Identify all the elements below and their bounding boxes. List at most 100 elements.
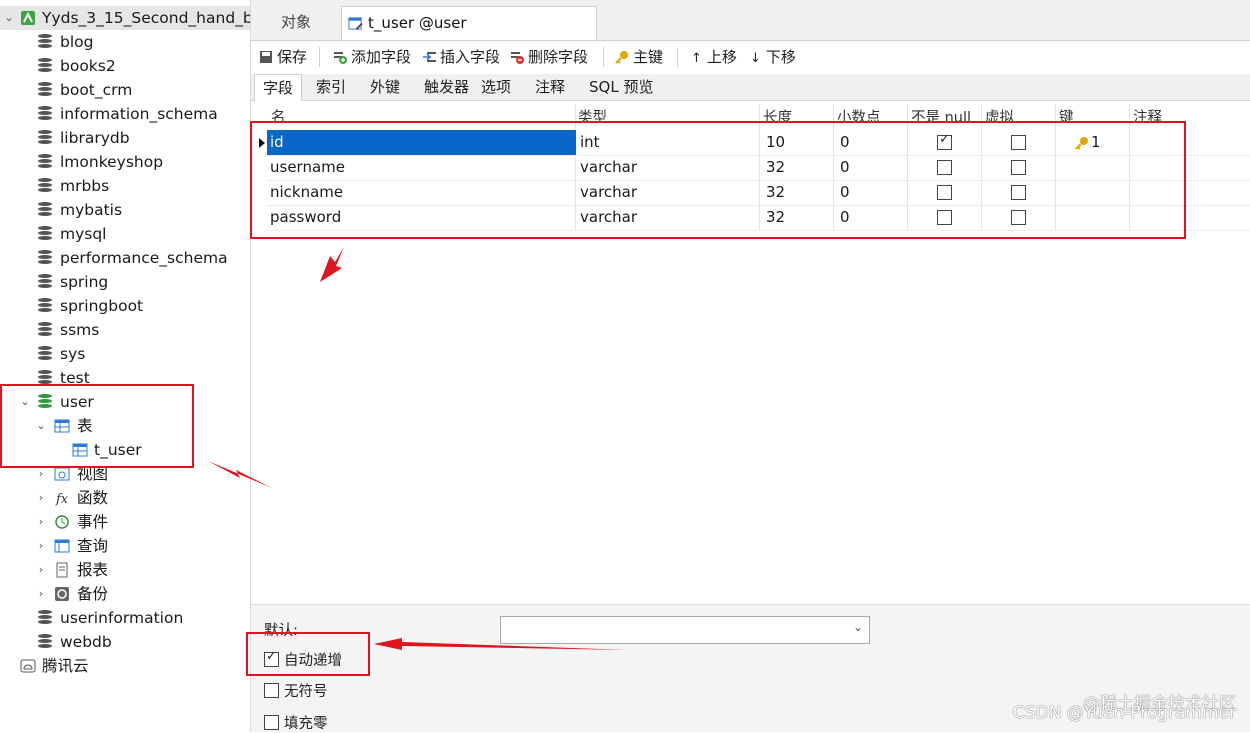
tab-t-user[interactable]: t_user @user (Yyds_3_15_Se... (341, 6, 597, 65)
chevron-right-icon[interactable]: › (34, 534, 48, 558)
not-null-checkbox[interactable] (937, 185, 952, 200)
designer-subtabs: 字段 索引 外键 触发器 选项 注释 SQL 预览 (251, 74, 1250, 101)
chevron-down-icon[interactable]: ⌄ (34, 414, 48, 438)
cell-name[interactable]: username (267, 155, 576, 180)
toolbar-separator (677, 47, 678, 67)
database-icon (38, 34, 54, 50)
cell-decimals[interactable]: 0 (837, 130, 910, 155)
unsigned-checkbox[interactable] (264, 683, 279, 698)
tab-label: 选项 (481, 78, 512, 96)
move-up-button[interactable]: ↑ 上移 (691, 45, 737, 69)
cell-decimals[interactable]: 0 (837, 180, 910, 205)
column-header-virtual[interactable]: 虚拟 (985, 108, 1014, 128)
chevron-right-icon[interactable]: › (34, 486, 48, 510)
not-null-checkbox[interactable] (937, 160, 952, 175)
not-null-checkbox[interactable] (937, 210, 952, 225)
tab-indexes[interactable]: 索引 (308, 74, 354, 100)
cell-type[interactable]: int (577, 130, 760, 155)
virtual-checkbox[interactable] (1011, 210, 1026, 225)
chevron-right-icon[interactable]: › (34, 510, 48, 534)
cell-type[interactable]: varchar (577, 155, 760, 180)
database-icon (38, 634, 54, 650)
cell-decimals[interactable]: 0 (837, 155, 910, 180)
cell-length[interactable]: 32 (763, 155, 836, 180)
auto-increment-checkbox[interactable] (264, 649, 279, 667)
save-button[interactable]: 保存 (259, 45, 307, 69)
column-header-decimals[interactable]: 小数点 (837, 108, 881, 128)
tab-foreign-keys[interactable]: 外键 (362, 74, 408, 100)
sidebar-item-label: 备份 (77, 585, 109, 603)
primary-key-button[interactable]: 主键 (615, 45, 663, 69)
column-header-type[interactable]: 类型 (578, 108, 607, 128)
virtual-checkbox[interactable] (1011, 135, 1026, 150)
cell-type[interactable]: varchar (577, 205, 760, 230)
virtual-checkbox[interactable] (1011, 160, 1026, 175)
virtual-checkbox[interactable] (1011, 185, 1026, 200)
cloud-icon (20, 659, 36, 673)
sidebar-item-label: books2 (60, 57, 116, 75)
tab-fields[interactable]: 字段 (254, 74, 303, 101)
connection-label: Yyds_3_15_Second_hand_bo (42, 9, 251, 27)
zerofill-checkbox[interactable] (264, 715, 279, 730)
sidebar-item-label: springboot (60, 297, 144, 315)
sidebar-item-label: 函数 (77, 489, 109, 507)
tab-label: 外键 (370, 78, 401, 96)
arrow-down-icon: ↓ (750, 51, 761, 66)
column-header-key[interactable]: 键 (1059, 108, 1074, 128)
table-row[interactable]: nickname varchar 32 0 (267, 180, 1250, 206)
table-icon (72, 443, 88, 457)
save-icon (260, 51, 272, 63)
database-icon (38, 202, 54, 218)
table-design-icon (348, 17, 363, 30)
database-icon (38, 178, 54, 194)
database-icon (38, 106, 54, 122)
column-header-length[interactable]: 长度 (763, 108, 792, 128)
database-icon (38, 298, 54, 314)
cell-name[interactable]: id (267, 130, 576, 155)
column-header-comment[interactable]: 注释 (1133, 108, 1162, 128)
sidebar-item-label: 腾讯云 (42, 657, 89, 675)
tab-label: 触发器 (424, 78, 470, 96)
column-header-name[interactable]: 名 (271, 108, 286, 128)
table-row[interactable]: password varchar 32 0 (267, 205, 1250, 231)
chevron-down-icon[interactable]: ⌄ (2, 6, 16, 30)
cell-name[interactable]: password (267, 205, 576, 230)
delete-field-icon (511, 52, 524, 64)
chevron-down-icon[interactable]: ⌄ (18, 390, 32, 414)
arrow-up-icon: ↑ (691, 51, 702, 66)
auto-increment-label: 自动递增 (284, 653, 342, 669)
default-value-select[interactable]: ⌄ (500, 616, 870, 644)
add-field-button[interactable]: 添加字段 (333, 45, 411, 69)
tab-objects[interactable]: 对象 (271, 6, 321, 39)
tab-comments[interactable]: 注释 (527, 74, 573, 100)
cell-length[interactable]: 32 (763, 205, 836, 230)
column-header-not-null[interactable]: 不是 null (911, 108, 971, 128)
table-row[interactable]: username varchar 32 0 (267, 155, 1250, 181)
tab-triggers[interactable]: 触发器 (416, 74, 477, 100)
database-icon (38, 610, 54, 626)
table-row[interactable]: idint100 1 (259, 130, 1250, 156)
fields-grid: 名 类型 长度 小数点 不是 null 虚拟 键 注释 idint1001use… (251, 104, 1250, 604)
not-null-checkbox[interactable] (937, 132, 952, 150)
tab-sql-preview[interactable]: SQL 预览 (581, 74, 661, 100)
move-down-button[interactable]: ↓ 下移 (750, 45, 796, 69)
function-icon: fx (55, 492, 69, 506)
button-label: 删除字段 (528, 48, 589, 66)
chevron-right-icon[interactable]: › (34, 582, 48, 606)
tab-options[interactable]: 选项 (473, 74, 519, 100)
cell-length[interactable]: 10 (763, 130, 836, 155)
cell-decimals[interactable]: 0 (837, 205, 910, 230)
chevron-right-icon[interactable]: › (34, 462, 48, 486)
report-icon (56, 562, 68, 578)
insert-field-button[interactable]: 插入字段 (422, 45, 500, 69)
toolbar-separator (319, 47, 320, 67)
sidebar-item-label: librarydb (60, 129, 130, 147)
cell-length[interactable]: 32 (763, 180, 836, 205)
delete-field-button[interactable]: 删除字段 (510, 45, 588, 69)
chevron-right-icon[interactable]: › (34, 558, 48, 582)
connection-row[interactable]: ⌄ Yyds_3_15_Second_hand_bo (0, 6, 250, 30)
cell-name[interactable]: nickname (267, 180, 576, 205)
database-icon (38, 82, 54, 98)
cell-type[interactable]: varchar (577, 180, 760, 205)
sidebar-item-label: t_user (94, 441, 142, 459)
